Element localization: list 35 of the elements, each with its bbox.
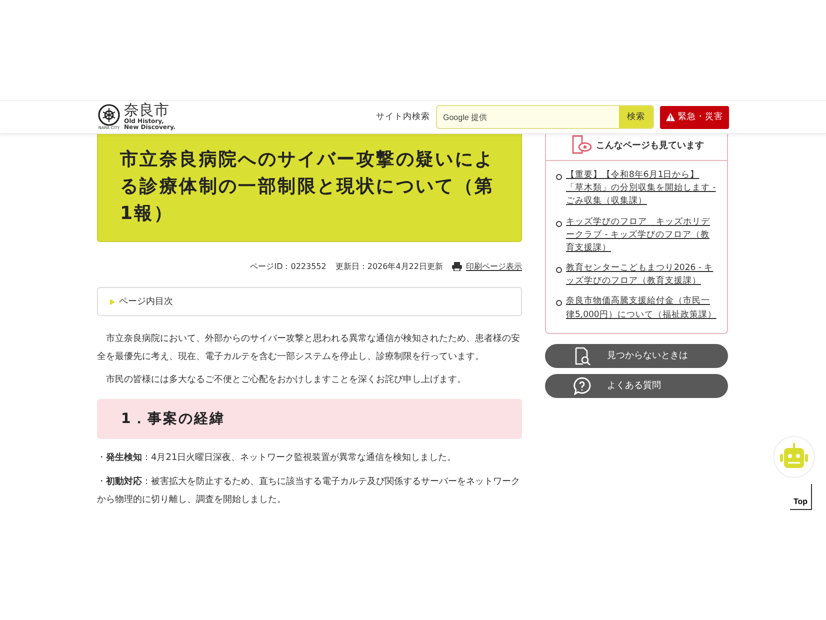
body-paragraph: 市民の皆様には多大なるご不便とご心配をおかけしますことを深くお詫び申し上げます。 xyxy=(105,374,467,387)
circle-bullet-icon xyxy=(556,174,562,180)
question-bubble-icon xyxy=(573,376,591,395)
related-page-link[interactable]: 教育センターこどもまつり2026 - キッズ学びのフロア（教育支援課） xyxy=(566,262,717,288)
related-page-link[interactable]: キッズ学びのフロア キッズホリデークラブ - キッズ学びのフロア（教育支援課） xyxy=(566,216,717,256)
page-title: 市立奈良病院へのサイバー攻撃の疑いによる診療体制の一部制限と現状について（第1報） xyxy=(97,134,522,242)
bullet-text: ・初動対応：被害拡大を防止するため、直ちに該当する電子カルテ及び関係するサーバーをネットワークから物理的に切り離し、調査を開始しました。 xyxy=(97,475,521,508)
robot-icon xyxy=(779,443,809,471)
page-id: ページID：0223552 xyxy=(250,261,326,272)
related-page-link[interactable]: 奈良市物価高騰支援給付金（市民一律5,000円）について（福祉政策課） xyxy=(566,295,717,322)
related-page-link[interactable]: 【重要】【令和8年6月1日から】「草木類」の分別収集を開始します - ごみ収集（収集課） xyxy=(566,169,717,209)
back-to-top-button[interactable]: Top xyxy=(790,484,812,510)
not-found-help-button[interactable]: 見つからないときは xyxy=(545,344,728,368)
circle-bullet-icon xyxy=(556,300,562,306)
body-paragraph: 市立奈良病院において、外部からのサイバー攻撃と思われる異常な通信が検知されたため、患者様の安全を最優先に考え、現在、電子カルテを含む一部システムを停止し、診療制限を行っています。 xyxy=(97,332,521,364)
circle-bullet-icon xyxy=(556,267,562,274)
document-search-icon xyxy=(573,346,591,365)
search-button[interactable]: 検索 xyxy=(619,106,653,128)
chatbot-button[interactable] xyxy=(773,436,815,478)
updated-date: 更新日：2026年4月22日更新 xyxy=(335,261,443,272)
bullet-text: ・発生検知：4月21日火曜日深夜、ネットワーク監視装置が異常な通信を検知しました。 xyxy=(97,451,458,466)
city-emblem-icon xyxy=(97,104,121,126)
emergency-button[interactable]: 緊急・災害 xyxy=(660,106,729,128)
printer-icon xyxy=(452,262,462,271)
section-heading: 1．事案の経緯 xyxy=(97,399,522,440)
city-name[interactable]: 奈良市 xyxy=(124,104,176,118)
related-pages-heading: こんなページも見ています xyxy=(596,140,704,152)
search-label: サイト内検索 xyxy=(376,111,430,123)
circle-bullet-icon xyxy=(556,220,562,227)
warning-icon xyxy=(666,112,675,122)
search-field[interactable]: Google 提供 検索 xyxy=(436,105,654,129)
triangle-icon xyxy=(110,298,115,304)
faq-button[interactable]: よくある質問 xyxy=(545,374,728,398)
table-of-contents-toggle[interactable]: ページ内目次 xyxy=(97,287,522,316)
print-link[interactable]: 印刷ページ表示 xyxy=(466,261,522,272)
